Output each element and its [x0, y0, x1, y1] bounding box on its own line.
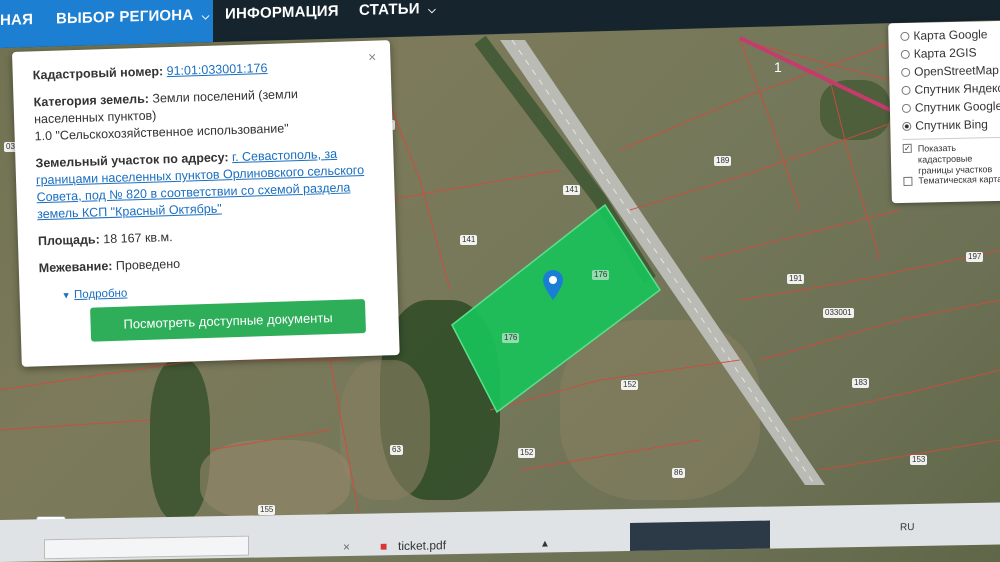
layer-label: Спутник Яндекс — [914, 80, 1000, 97]
thematic-label: Тематическая карта — [918, 173, 1000, 186]
plot-label[interactable]: 152 — [621, 380, 639, 390]
plot-label[interactable]: 183 — [852, 378, 870, 388]
radio-selected-icon[interactable] — [902, 121, 912, 131]
show-borders-label: Показать кадастровые границы участков — [917, 142, 993, 176]
road-number-label: 1 — [774, 59, 782, 75]
address-row: Земельный участок по адресу: г. Севастоп… — [35, 145, 373, 224]
plot-label[interactable]: 033001 — [823, 308, 854, 318]
plot-label[interactable]: 191 — [787, 274, 805, 284]
layer-option-google-map[interactable]: Карта Google — [900, 25, 1000, 45]
layer-option-bing-sat[interactable]: Спутник Bing — [902, 115, 1000, 135]
layer-label: OpenStreetMap — [914, 62, 999, 79]
layer-label: Карта Google — [913, 27, 988, 43]
survey-row: Межевание: Проведено — [39, 250, 375, 278]
area-label: Площадь: — [37, 232, 100, 249]
layer-option-google-sat[interactable]: Спутник Google — [901, 97, 1000, 117]
cadastral-label: Кадастровый номер: — [32, 64, 164, 83]
layer-option-yandex-sat[interactable]: Спутник Яндекс — [901, 79, 1000, 99]
nav-item-partial[interactable]: НАЯ — [0, 11, 33, 29]
plot-label[interactable]: 141 — [460, 235, 478, 245]
radio-icon[interactable] — [901, 103, 911, 113]
chevron-up-icon[interactable]: ▲ — [540, 538, 550, 549]
radio-icon[interactable] — [900, 31, 910, 41]
radio-icon[interactable] — [901, 85, 911, 95]
plot-label[interactable]: 155 — [258, 505, 276, 515]
layer-label: Спутник Bing — [915, 117, 989, 133]
close-icon[interactable]: × — [368, 49, 377, 66]
plot-label[interactable]: 189 — [714, 156, 732, 166]
pdf-file-icon: ■ — [380, 539, 388, 554]
area-row: Площадь: 18 167 кв.м. — [38, 223, 374, 251]
map-layers-panel: Карта Google Карта 2GIS OpenStreetMap Сп… — [888, 20, 1000, 204]
nav-info[interactable]: ИНФОРМАЦИЯ — [225, 3, 339, 23]
survey-label: Межевание: — [38, 258, 113, 276]
view-documents-button[interactable]: Посмотреть доступные документы — [90, 299, 367, 342]
triangle-down-icon: ▼ — [61, 290, 71, 301]
layer-label: Карта 2GIS — [913, 45, 977, 61]
plot-label[interactable]: 197 — [966, 252, 984, 262]
category-row: Категория земель: Земли поселений (земли… — [33, 84, 370, 146]
plot-label[interactable]: 141 — [563, 185, 581, 195]
plot-info-popup: × Кадастровый номер: 91:01:033001:176 Ка… — [12, 40, 400, 367]
download-filename[interactable]: ticket.pdf — [398, 538, 446, 553]
show-borders-option[interactable]: ✓ Показать кадастровые границы участков — [902, 142, 1000, 176]
plot-label[interactable]: 86 — [672, 468, 685, 478]
layer-label: Спутник Google — [914, 98, 1000, 115]
layer-option-2gis[interactable]: Карта 2GIS — [900, 43, 1000, 63]
radio-icon[interactable] — [900, 49, 910, 59]
radio-icon[interactable] — [901, 67, 911, 77]
download-item-prev[interactable] — [44, 535, 249, 560]
close-icon[interactable]: × — [343, 540, 350, 554]
chevron-down-icon: ⌵ — [201, 11, 210, 23]
plot-label[interactable]: 152 — [518, 448, 536, 458]
taskbar-app-item[interactable] — [630, 520, 770, 552]
plot-label[interactable]: 63 — [390, 445, 403, 455]
cadastral-row: Кадастровый номер: 91:01:033001:176 — [32, 57, 368, 85]
checkbox-checked-icon[interactable]: ✓ — [902, 143, 912, 153]
checkbox-icon[interactable] — [903, 176, 913, 186]
category-label: Категория земель: — [33, 91, 150, 110]
nav-articles[interactable]: СТАТЬИ ⌵ — [359, 0, 436, 19]
area-value: 18 167 кв.м. — [103, 230, 173, 247]
plot-label[interactable]: 153 — [910, 455, 928, 465]
tray-language[interactable]: RU — [900, 522, 914, 533]
plot-label[interactable]: 176 — [502, 333, 520, 343]
nav-articles-label: СТАТЬИ — [359, 0, 420, 19]
cadastral-number-link[interactable]: 91:01:033001:176 — [166, 61, 267, 78]
location-pin-icon[interactable] — [543, 270, 563, 305]
chevron-down-icon: ⌵ — [428, 4, 436, 17]
details-link[interactable]: Подробно — [74, 288, 128, 302]
survey-value: Проведено — [115, 256, 181, 273]
plot-label[interactable]: 176 — [592, 270, 610, 280]
layer-option-osm[interactable]: OpenStreetMap — [901, 61, 1000, 81]
